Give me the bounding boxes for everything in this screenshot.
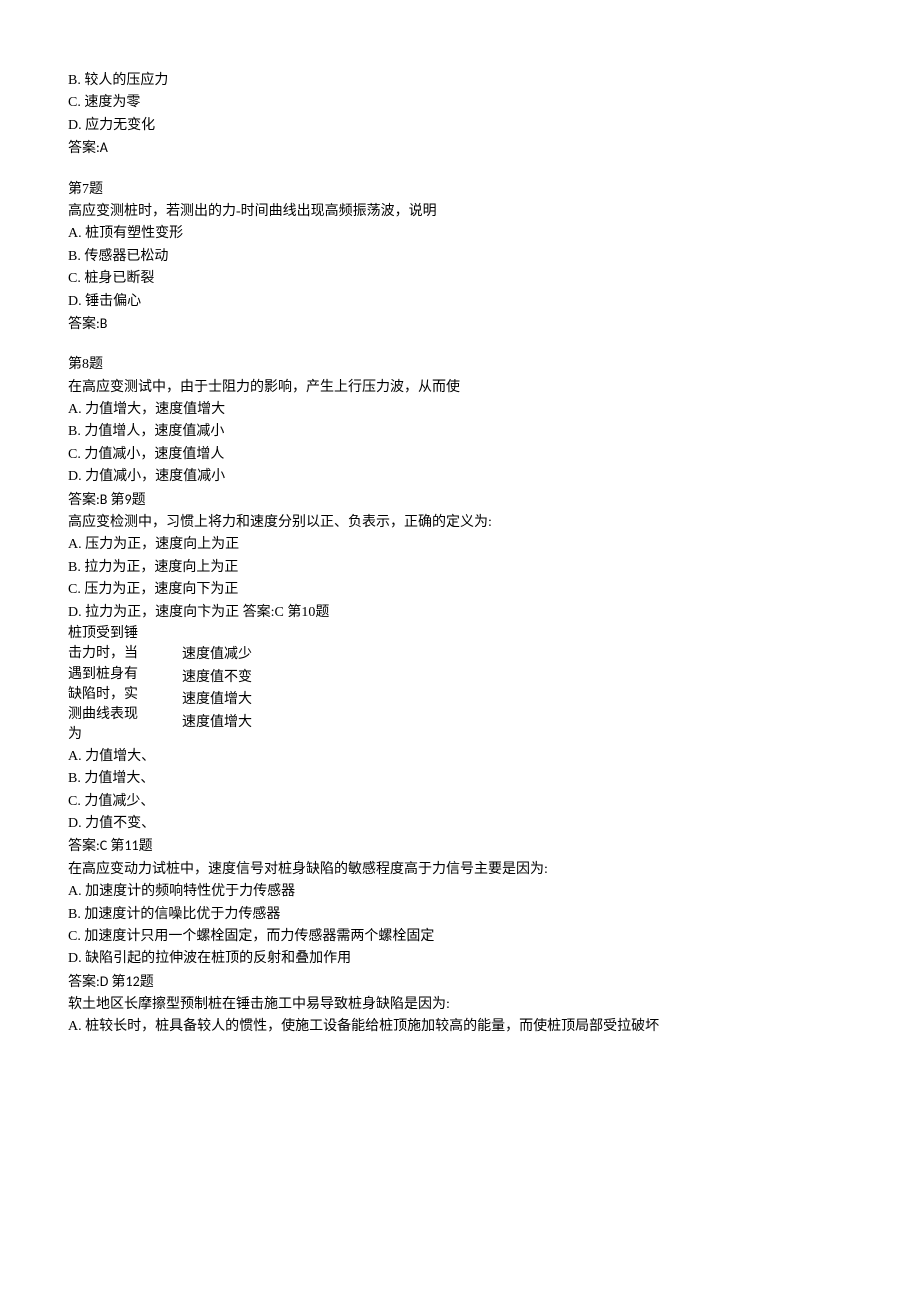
option-c: C. 力值减小，速度值增人	[68, 444, 852, 466]
question-title: 第8题	[68, 354, 852, 376]
question-7: 第7题 高应变测桩时，若测出的力-时间曲线出现高频振荡波，说明 A. 桩顶有塑性…	[68, 179, 852, 337]
option-d: D. 力值不变、	[68, 813, 852, 835]
question-9: 高应变检测中，习惯上将力和速度分别以正、负表示，正确的定义为: A. 压力为正，…	[68, 512, 852, 624]
stem-column-1: 桩顶受到锤 击力时，当 遇到桩身有 缺陷时，实 测曲线表现 为	[68, 624, 182, 746]
option-b: B. 传感器已松动	[68, 246, 852, 268]
option-a: A. 加速度计的频响特性优于力传感器	[68, 881, 852, 903]
option-c: C. 力值减少、	[68, 791, 852, 813]
question-10: 桩顶受到锤 击力时，当 遇到桩身有 缺陷时，实 测曲线表现 为 速度值减少 速度…	[68, 624, 852, 859]
question-title: 第7题	[68, 179, 852, 201]
option-b: B. 较人的压应力	[68, 70, 852, 92]
answer: 答案:A	[68, 137, 852, 160]
question-stem: 高应变测桩时，若测出的力-时间曲线出现高频振荡波，说明	[68, 201, 852, 223]
question-stem: 高应变检测中，习惯上将力和速度分别以正、负表示，正确的定义为:	[68, 512, 852, 534]
question-stem: 软土地区长摩擦型预制桩在锤击施工中易导致桩身缺陷是因为:	[68, 994, 852, 1016]
question-stem: 在高应变测试中，由于士阻力的影响，产生上行压力波，从而使	[68, 377, 852, 399]
option-d: D. 力值减小，速度值减小	[68, 466, 852, 488]
stem-column-2: 速度值减少 速度值不变 速度值增大 速度值增大	[182, 624, 252, 735]
option-b: B. 加速度计的信噪比优于力传感器	[68, 904, 852, 926]
question-11: 在高应变动力试桩中，速度信号对桩身缺陷的敏感程度高于力信号主要是因为: A. 加…	[68, 859, 852, 994]
answer-and-next-title: 答案:D 第12题	[68, 971, 852, 994]
option-d: D. 锤击偏心	[68, 291, 852, 313]
option-a: A. 桩顶有塑性变形	[68, 223, 852, 245]
answer: 答案:B	[68, 313, 852, 336]
option-c: C. 加速度计只用一个螺栓固定，而力传感器需两个螺栓固定	[68, 926, 852, 948]
option-a: A. 力值增大，速度值增大	[68, 399, 852, 421]
question-12-partial: 软土地区长摩擦型预制桩在锤击施工中易导致桩身缺陷是因为: A. 桩较长时，桩具备…	[68, 994, 852, 1039]
stem-columns: 桩顶受到锤 击力时，当 遇到桩身有 缺陷时，实 测曲线表现 为 速度值减少 速度…	[68, 624, 852, 746]
question-8: 第8题 在高应变测试中，由于士阻力的影响，产生上行压力波，从而使 A. 力值增大…	[68, 354, 852, 512]
question-stem: 在高应变动力试桩中，速度信号对桩身缺陷的敏感程度高于力信号主要是因为:	[68, 859, 852, 881]
option-c: C. 压力为正，速度向下为正	[68, 579, 852, 601]
question-6-partial: B. 较人的压应力 C. 速度为零 D. 应力无变化 答案:A	[68, 70, 852, 161]
option-b: B. 拉力为正，速度向上为正	[68, 557, 852, 579]
option-b: B. 力值增人，速度值减小	[68, 421, 852, 443]
option-a: A. 力值增大、	[68, 746, 852, 768]
option-a: A. 桩较长时，桩具备较人的惯性，使施工设备能给桩顶施加较高的能量，而使桩顶局部…	[68, 1016, 852, 1038]
option-d-and-answer: D. 拉力为正，速度向卞为正 答案:C 第10题	[68, 602, 852, 624]
option-d: D. 应力无变化	[68, 115, 852, 137]
answer-and-next-title: 答案:C 第11题	[68, 835, 852, 858]
option-d: D. 缺陷引起的拉伸波在桩顶的反射和叠加作用	[68, 948, 852, 970]
option-c: C. 桩身已断裂	[68, 268, 852, 290]
option-c: C. 速度为零	[68, 92, 852, 114]
answer-and-next-title: 答案:B 第9题	[68, 489, 852, 512]
option-a: A. 压力为正，速度向上为正	[68, 534, 852, 556]
option-b: B. 力值增大、	[68, 768, 852, 790]
